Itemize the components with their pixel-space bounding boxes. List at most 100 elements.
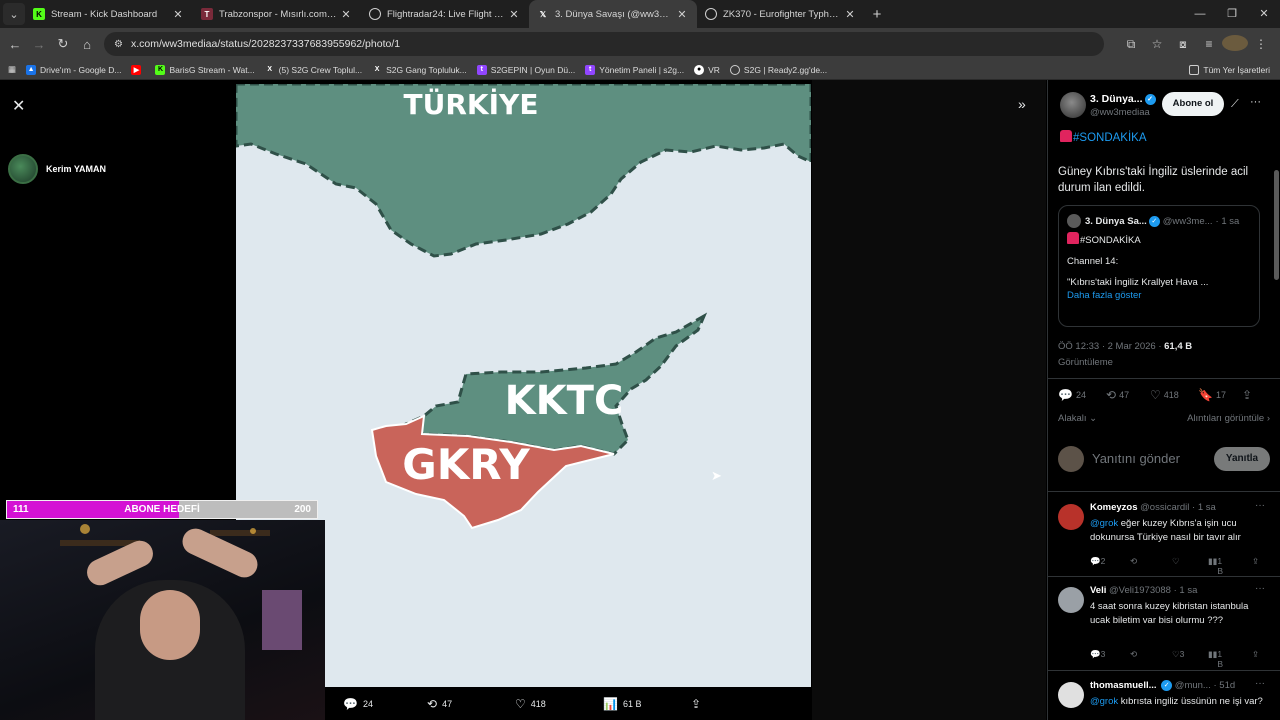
mention-link[interactable]: @grok — [1090, 696, 1118, 707]
quoted-tweet[interactable]: 3. Dünya Sa... ✓ @ww3me... · 1 sa #SONDA… — [1058, 205, 1260, 327]
reply-actions: 💬 3 ⟲ ♡ 3 ▮▮ 1 B ⇪ — [1090, 649, 1270, 669]
reply-submit-button[interactable]: Yanıtla — [1214, 447, 1270, 471]
close-icon[interactable]: ✕ — [12, 96, 25, 116]
share-icon[interactable]: ⇪ — [1252, 556, 1259, 567]
repost-button[interactable]: ⟲ 47 — [427, 687, 452, 720]
reply-handle: @mun... · 51d — [1174, 680, 1236, 692]
media-control-icon[interactable]: ≡ — [1196, 37, 1222, 51]
avatar[interactable] — [1058, 504, 1084, 530]
youtube-icon: ▶ — [131, 64, 142, 75]
views-button[interactable]: ▮▮ 1 B — [1208, 649, 1223, 669]
reply-text: 4 saat sonra kuzey kibristan istanbula u… — [1090, 601, 1249, 626]
bookmark-item[interactable]: t S2GEPIN | Oyun Dü... — [476, 64, 575, 75]
browser-tab-2[interactable]: T Trabzonspor - Mısırlı.com.tr Fat... ✕ — [193, 0, 361, 28]
bookmark-item[interactable]: ● VR — [694, 64, 720, 75]
browser-tab-4-active[interactable]: 𝕏 3. Dünya Savaşı (@ww3mediaa) ✕ — [529, 0, 697, 28]
avatar[interactable] — [1060, 92, 1086, 118]
reload-icon[interactable]: ↻ — [51, 36, 75, 52]
browser-tab-3[interactable]: Flightradar24: Live Flight Tracke... ✕ — [361, 0, 529, 28]
close-tab-icon[interactable]: ✕ — [843, 8, 857, 21]
close-tab-icon[interactable]: ✕ — [339, 8, 353, 21]
close-window-icon[interactable]: ✕ — [1248, 0, 1280, 28]
streamer-badge: Kerim YAMAN — [8, 154, 106, 184]
reply-button[interactable]: 💬 24 — [343, 687, 373, 720]
author-name[interactable]: 3. Dünya... ✓ — [1090, 93, 1156, 105]
site-info-icon[interactable]: ⚙ — [114, 39, 123, 50]
minimize-icon[interactable]: — — [1184, 0, 1216, 28]
reply-button[interactable]: 💬 2 — [1090, 556, 1105, 567]
bookmark-button[interactable]: 🔖 17 — [1198, 388, 1226, 402]
close-tab-icon[interactable]: ✕ — [675, 8, 689, 21]
more-options-icon[interactable]: ··· — [1255, 678, 1265, 689]
reply-item[interactable]: Komeyzos @ossicardil · 1 sa ··· @grok eğ… — [1048, 500, 1280, 576]
repost-icon[interactable]: ⟲ — [1130, 649, 1137, 660]
bookmark-item[interactable]: ▲ Drive'ım - Google D... — [26, 64, 121, 75]
hashtag-line[interactable]: #SONDAKİKA — [1060, 130, 1147, 144]
address-bar[interactable]: ⚙ x.com/ww3mediaa/status/202823733768395… — [104, 32, 1104, 56]
tweet-timestamp[interactable]: ÖÖ 12:33 · 2 Mar 2026 · — [1058, 341, 1162, 352]
avatar[interactable] — [1058, 587, 1084, 613]
all-bookmarks-folder[interactable]: Tüm Yer İşaretleri — [1189, 60, 1270, 80]
heart-icon[interactable]: ♡ — [1172, 556, 1180, 567]
view-quotes-link[interactable]: Alıntıları görüntüle › — [1187, 413, 1270, 424]
repost-icon: ⟲ — [427, 696, 438, 711]
bookmark-item[interactable]: t Yönetim Paneli | s2g... — [585, 64, 684, 75]
maximize-icon[interactable]: ❐ — [1216, 0, 1248, 28]
avatar — [1058, 446, 1084, 472]
reply-author[interactable]: Komeyzos — [1090, 502, 1138, 513]
reply-item[interactable]: Veli @Veli1973088 · 1 sa ··· 4 saat sonr… — [1048, 583, 1280, 669]
more-options-icon[interactable]: ··· — [1255, 500, 1265, 511]
reply-author[interactable]: Veli — [1090, 585, 1106, 596]
avatar[interactable] — [1058, 682, 1084, 708]
scrollbar[interactable] — [1274, 170, 1279, 280]
reply-input[interactable]: Yanıtını gönder — [1092, 451, 1180, 466]
browser-tab-5[interactable]: ZK370 - Eurofighter Typhoon F... ✕ — [697, 0, 865, 28]
share-button[interactable]: ⇪ — [691, 687, 706, 720]
reply-item[interactable]: thomasmuell... ✓ @mun... · 51d ··· @grok… — [1048, 678, 1280, 720]
share-icon[interactable]: ⇪ — [1252, 649, 1259, 660]
verified-icon: ✓ — [1161, 680, 1173, 691]
bookmark-item[interactable]: S2G | Ready2.gg'de... — [729, 64, 827, 75]
browser-menu-icon[interactable]: ⋮ — [1248, 37, 1274, 51]
forward-icon[interactable]: → — [27, 37, 51, 52]
views-button[interactable]: ▮▮ 1 B — [1208, 556, 1223, 576]
like-button[interactable]: ♡ 418 — [1150, 388, 1179, 402]
reply-author[interactable]: thomasmuell... — [1090, 680, 1157, 691]
bookmark-star-icon[interactable]: ☆ — [1144, 37, 1170, 51]
bookmark-item[interactable]: X S2G Gang Topluluk... — [372, 65, 467, 75]
views-button[interactable]: 📊 61 B — [603, 687, 641, 720]
like-button[interactable]: ♡ 418 — [515, 687, 546, 720]
bookmark-item[interactable]: X (5) S2G Crew Toplul... — [265, 65, 362, 75]
install-app-icon[interactable]: ⧉ — [1118, 37, 1144, 52]
repost-button[interactable]: ⟲ 47 — [1106, 388, 1129, 402]
apps-grid-icon[interactable]: ▦ — [8, 64, 16, 75]
close-tab-icon[interactable]: ✕ — [171, 8, 185, 21]
reply-button[interactable]: 💬 3 — [1090, 649, 1105, 660]
repost-icon[interactable]: ⟲ — [1130, 556, 1137, 567]
profile-avatar[interactable] — [1222, 34, 1248, 54]
grok-icon[interactable]: ⟋ — [1231, 98, 1239, 111]
home-icon[interactable]: ⌂ — [75, 37, 99, 52]
like-button[interactable]: ♡ 3 — [1172, 649, 1184, 660]
new-tab-button[interactable]: + — [865, 6, 889, 23]
collapse-sidebar-icon[interactable]: » — [1018, 96, 1026, 112]
bookmark-item[interactable]: ▶ — [131, 64, 145, 75]
tweet-meta: ÖÖ 12:33 · 2 Mar 2026 · 61,4 B Görüntüle… — [1058, 339, 1273, 371]
share-button[interactable]: ⇪ — [1242, 388, 1255, 402]
back-icon[interactable]: ← — [3, 37, 27, 52]
bookmark-item[interactable]: K BarisG Stream - Wat... — [155, 64, 255, 75]
follow-button[interactable]: Abone ol — [1162, 92, 1224, 116]
dimmed-background — [812, 80, 1046, 720]
browser-tab-1[interactable]: K Stream - Kick Dashboard ✕ — [25, 0, 193, 28]
reply-button[interactable]: 💬 24 — [1058, 388, 1086, 402]
tab-search-button[interactable]: ⌄ — [3, 3, 25, 25]
browser-tab-bar: ⌄ K Stream - Kick Dashboard ✕ T Trabzons… — [0, 0, 1280, 28]
extensions-icon[interactable]: ⧇ — [1170, 37, 1196, 52]
mention-link[interactable]: @grok — [1090, 518, 1118, 529]
author-handle[interactable]: @ww3mediaa — [1090, 107, 1150, 118]
close-tab-icon[interactable]: ✕ — [507, 8, 521, 21]
sort-dropdown[interactable]: Alakalı ⌄ — [1058, 413, 1097, 424]
more-options-icon[interactable]: ··· — [1255, 583, 1265, 594]
more-options-icon[interactable]: ··· — [1250, 96, 1261, 108]
show-more-link[interactable]: Daha fazla göster — [1067, 290, 1251, 301]
